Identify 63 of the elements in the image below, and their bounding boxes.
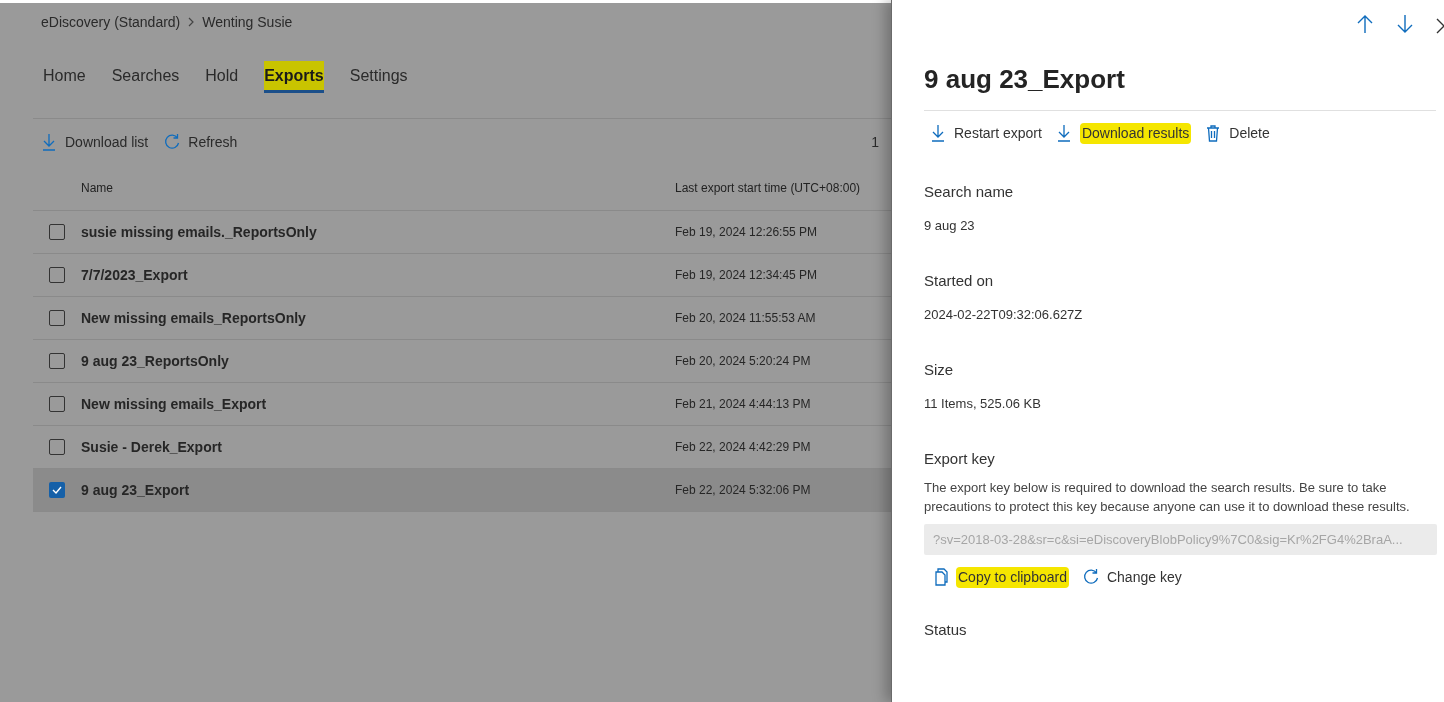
tab[interactable]: Settings — [349, 61, 408, 93]
action-button[interactable]: Restart export — [930, 122, 1042, 144]
row-checkbox[interactable] — [49, 396, 65, 412]
action-button[interactable]: Refresh — [164, 131, 238, 153]
panel-title: 9 aug 23_Export — [924, 63, 1126, 96]
breadcrumb-link[interactable]: eDiscovery (Standard) — [41, 11, 181, 33]
export-time: Feb 20, 2024 5:20:24 PM — [675, 353, 811, 370]
field-label: Search name — [924, 182, 1015, 202]
table-row[interactable]: susie missing emails._ReportsOnly Feb 19, 2024 12:26:55 PM — [33, 211, 891, 254]
export-time: Feb 21, 2024 4:44:13 PM — [675, 396, 811, 413]
tab[interactable]: Home — [43, 61, 86, 93]
export-time: Feb 20, 2024 11:55:53 AM — [675, 310, 816, 327]
export-name: 9 aug 23_ReportsOnly — [81, 351, 230, 371]
trash-icon — [1205, 124, 1222, 142]
action-button[interactable]: Delete — [1205, 122, 1270, 144]
export-time: Feb 22, 2024 5:32:06 PM — [675, 482, 811, 499]
row-checkbox[interactable] — [49, 482, 65, 498]
export-name: susie missing emails._ReportsOnly — [81, 222, 318, 242]
field-value: 9 aug 23 — [924, 217, 976, 235]
description-text: The export key below is required to download the search results. Be sure to take precautions to protect this key because anyone can use it to download these results. — [924, 479, 1411, 516]
table-row[interactable]: New missing emails_ReportsOnly Feb 20, 2024 11:55:53 AM — [33, 297, 891, 340]
table-row[interactable]: 7/7/2023_Export Feb 19, 2024 12:34:45 PM — [33, 254, 891, 297]
item-count: 1 — [871, 132, 879, 152]
row-checkbox[interactable] — [49, 439, 65, 455]
refresh-icon — [1082, 568, 1099, 586]
export-time: Feb 22, 2024 4:42:29 PM — [675, 439, 811, 456]
export-time: Feb 19, 2024 12:34:45 PM — [675, 267, 818, 284]
field-label: Started on — [924, 271, 995, 291]
table-row[interactable]: 9 aug 23_ReportsOnly Feb 20, 2024 5:20:24 PM — [33, 340, 891, 383]
arrow-up-icon[interactable] — [1356, 14, 1374, 34]
export-name: 7/7/2023_Export — [81, 265, 189, 285]
download-icon — [930, 124, 946, 142]
breadcrumb-link[interactable]: Wenting Susie — [202, 11, 293, 33]
row-checkbox[interactable] — [49, 267, 65, 283]
field-label: Status — [924, 620, 968, 640]
copy-icon — [932, 568, 948, 586]
tab[interactable]: Searches — [111, 61, 180, 93]
table-row[interactable]: 9 aug 23_Export Feb 22, 2024 5:32:06 PM — [33, 469, 891, 512]
export-name: Susie - Derek_Export — [81, 437, 223, 457]
action-button[interactable]: Download list — [41, 131, 149, 153]
field-value: 2024-02-22T09:32:06.627Z — [924, 306, 1084, 324]
tab[interactable]: Exports — [264, 61, 324, 93]
download-icon — [41, 133, 57, 151]
export-name: 9 aug 23_Export — [81, 480, 191, 500]
row-checkbox[interactable] — [49, 310, 65, 326]
action-button[interactable]: Change key — [1082, 566, 1182, 588]
download-icon — [1055, 124, 1072, 142]
field-value: 11 Items, 525.06 KB — [924, 395, 1042, 413]
row-checkbox[interactable] — [49, 353, 65, 369]
column-header[interactable]: Last export start time (UTC+08:00) — [675, 178, 861, 197]
refresh-icon — [164, 133, 181, 151]
row-checkbox[interactable] — [49, 224, 65, 240]
export-time: Feb 19, 2024 12:26:55 PM — [675, 224, 818, 241]
checkmark-icon — [52, 486, 62, 494]
column-header[interactable]: Name — [33, 178, 675, 197]
chevron-icon — [188, 17, 195, 27]
export-name: New missing emails_Export — [81, 394, 268, 414]
field-label: Size — [924, 360, 955, 380]
export-name: New missing emails_ReportsOnly — [81, 308, 307, 328]
table-row[interactable]: New missing emails_Export Feb 21, 2024 4:44:13 PM — [33, 383, 891, 426]
arrow-down-icon[interactable] — [1396, 14, 1414, 34]
field-label: Export key — [924, 449, 996, 469]
tab[interactable]: Hold — [205, 61, 239, 93]
